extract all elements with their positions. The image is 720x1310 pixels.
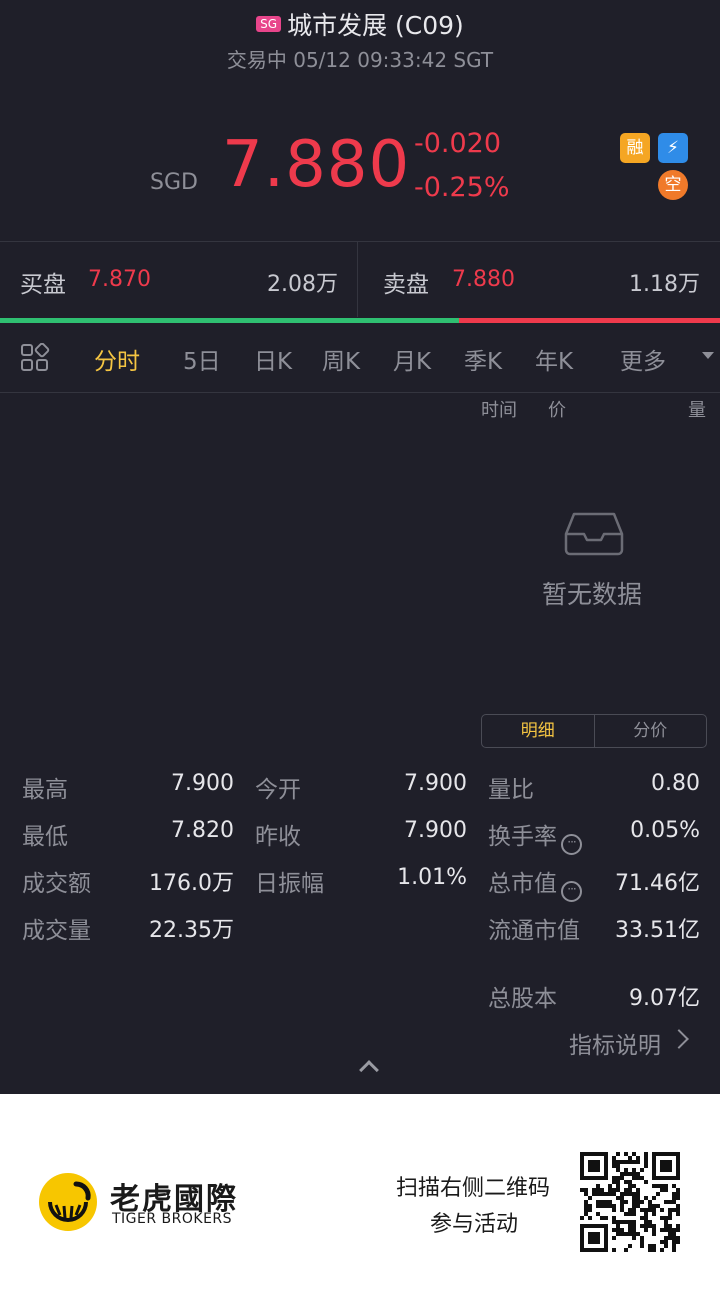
grid-icon[interactable] <box>20 343 50 373</box>
divider <box>0 392 720 393</box>
column-price: 价 <box>548 400 566 421</box>
segment-price-distribution[interactable]: 分价 <box>595 715 707 747</box>
stat-amplitude-label: 日振幅 <box>255 871 324 897</box>
tab-intraday[interactable]: 分时 <box>94 342 140 376</box>
column-time: 时间 <box>481 400 517 421</box>
bid-volume: 2.08万 <box>267 272 338 297</box>
stat-prev-close: 7.900 <box>404 818 467 843</box>
promo-text-line2: 参与活动 <box>430 1212 519 1237</box>
stat-market-cap: 71.46亿 <box>615 871 700 896</box>
brand-name-en: TIGER BROKERS <box>112 1211 233 1227</box>
stat-market-cap-label[interactable]: 总市值 ··· <box>488 864 582 902</box>
trading-status: 交易中 05/12 09:33:42 SGT <box>226 48 494 72</box>
more-info-icon[interactable]: ··· <box>561 834 582 855</box>
last-price: 7.880 <box>222 128 411 202</box>
stat-high: 7.900 <box>171 771 234 796</box>
stat-float-cap-label: 流通市值 <box>488 918 580 944</box>
price-change-percent: -0.25% <box>414 172 510 203</box>
bid-price: 7.870 <box>88 267 151 292</box>
ask-ratio-bar <box>459 318 720 323</box>
stat-float-cap: 33.51亿 <box>615 918 700 943</box>
column-volume: 量 <box>688 400 706 421</box>
turnover-rate-text: 换手率 <box>488 824 557 850</box>
chevron-right-icon[interactable] <box>669 1029 689 1049</box>
more-info-icon[interactable]: ··· <box>561 881 582 902</box>
detail-segment-control: 明细 分价 <box>481 714 707 748</box>
orderbook-divider <box>357 242 358 317</box>
tab-more[interactable]: 更多 <box>620 342 666 376</box>
promo-text-line1: 扫描右侧二维码 <box>396 1176 551 1201</box>
divider <box>0 241 720 242</box>
tab-weekly-k[interactable]: 周K <box>322 342 360 376</box>
stat-volume: 22.35万 <box>149 918 234 943</box>
stat-amount: 176.0万 <box>149 871 234 896</box>
ask-volume: 1.18万 <box>629 272 700 297</box>
ask-label: 卖盘 <box>383 272 429 298</box>
stat-volume-label: 成交量 <box>22 918 91 944</box>
tab-daily-k[interactable]: 日K <box>254 342 292 376</box>
indicator-explanation-link[interactable]: 指标说明 <box>569 1026 661 1060</box>
stat-volume-ratio: 0.80 <box>651 771 700 796</box>
stat-turnover-rate-label[interactable]: 换手率 ··· <box>488 817 582 855</box>
stat-total-shares: 9.07亿 <box>629 986 700 1011</box>
market-cap-text: 总市值 <box>488 871 557 897</box>
stat-low-label: 最低 <box>22 824 68 850</box>
stat-amplitude: 1.01% <box>397 865 467 890</box>
stat-total-shares-label: 总股本 <box>488 986 557 1012</box>
tab-yearly-k[interactable]: 年K <box>535 342 573 376</box>
stat-volume-ratio-label: 量比 <box>488 777 534 803</box>
tiger-brokers-logo-icon <box>39 1173 97 1231</box>
segment-detail[interactable]: 明细 <box>482 715 595 747</box>
stat-turnover-rate: 0.05% <box>630 818 700 843</box>
tab-quarterly-k[interactable]: 季K <box>464 342 502 376</box>
stock-name: 城市发展 (C09) <box>287 11 464 40</box>
stat-amount-label: 成交额 <box>22 871 91 897</box>
bid-ratio-bar <box>0 318 459 323</box>
stat-low: 7.820 <box>171 818 234 843</box>
inbox-empty-icon <box>564 512 624 556</box>
chevron-up-icon[interactable] <box>359 1060 379 1080</box>
price-change: -0.020 <box>414 128 502 159</box>
tab-5day[interactable]: 5日 <box>183 342 221 376</box>
short-badge-icon[interactable]: 空 <box>658 170 688 200</box>
stat-open-label: 今开 <box>255 777 301 803</box>
qr-code-icon <box>580 1152 680 1252</box>
stat-open: 7.900 <box>404 771 467 796</box>
empty-state-text: 暂无数据 <box>542 580 643 609</box>
stat-high-label: 最高 <box>22 777 68 803</box>
stat-prev-close-label: 昨收 <box>255 824 301 850</box>
bid-label: 买盘 <box>20 272 66 298</box>
flash-badge-icon[interactable]: ⚡ <box>658 133 688 163</box>
tab-monthly-k[interactable]: 月K <box>393 342 431 376</box>
margin-badge-icon[interactable]: 融 <box>620 133 650 163</box>
stock-title: SG 城市发展 (C09) <box>0 6 720 42</box>
caret-down-icon[interactable] <box>702 352 714 359</box>
currency-label: SGD <box>150 170 198 195</box>
market-badge: SG <box>256 16 282 32</box>
ask-price: 7.880 <box>452 267 515 292</box>
